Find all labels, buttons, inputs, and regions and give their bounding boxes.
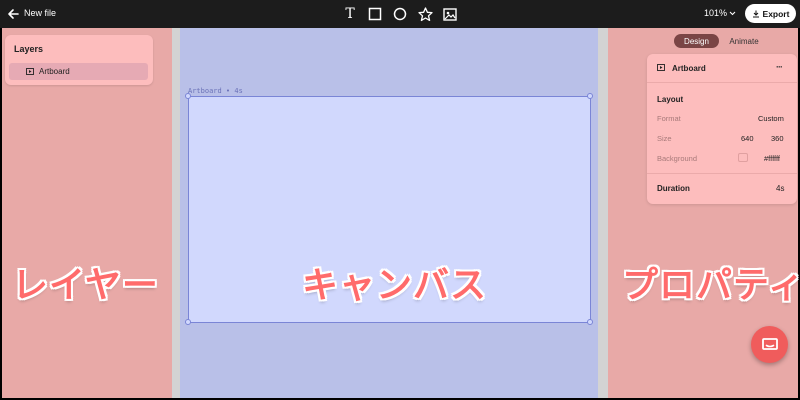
- download-icon: [752, 10, 759, 17]
- text-tool-glyph: T: [345, 6, 355, 22]
- layers-region-label: レイヤー: [12, 264, 159, 305]
- divider: [647, 82, 797, 83]
- export-label: Export: [762, 8, 790, 19]
- chat-icon: [761, 337, 778, 350]
- star-icon[interactable]: [417, 5, 433, 23]
- format-dropdown[interactable]: Custom: [758, 114, 784, 123]
- resize-handle-top-left[interactable]: [185, 93, 191, 99]
- circle-icon[interactable]: [392, 5, 408, 23]
- background-label: Background: [657, 154, 698, 163]
- layer-label: Artboard: [39, 67, 70, 76]
- image-icon[interactable]: [442, 5, 458, 23]
- duration-label: Duration: [657, 184, 690, 193]
- top-bar: New file T 101% Export: [0, 0, 800, 28]
- size-label: Size: [657, 134, 672, 143]
- file-name[interactable]: New file: [24, 8, 56, 18]
- zoom-level: 101%: [704, 8, 728, 18]
- width-field[interactable]: 640: [741, 134, 754, 143]
- divider: [598, 28, 608, 398]
- properties-title: Artboard: [672, 64, 706, 73]
- canvas-region-label: キャンバス: [302, 264, 488, 305]
- tab-design[interactable]: Design: [674, 34, 719, 48]
- tab-animate[interactable]: Animate: [724, 34, 764, 48]
- chevron-down-icon: [729, 11, 736, 15]
- chat-button[interactable]: [751, 326, 788, 363]
- resize-handle-top-right[interactable]: [587, 93, 593, 99]
- artboard-icon: [26, 68, 34, 75]
- duration-field[interactable]: 4s: [776, 184, 784, 193]
- layers-panel: Layers Artboard: [5, 35, 153, 85]
- height-field[interactable]: 360: [771, 134, 784, 143]
- properties-region-label: プロパティ: [622, 264, 800, 305]
- divider: [647, 173, 797, 174]
- resize-handle-bottom-left[interactable]: [185, 319, 191, 325]
- artboard-icon: [657, 64, 665, 71]
- arrow-left-icon[interactable]: [6, 6, 20, 22]
- layer-item-artboard[interactable]: Artboard: [9, 63, 148, 80]
- properties-panel: Artboard ··· Layout Format Custom Size 6…: [647, 54, 797, 204]
- layout-section-title: Layout: [657, 95, 684, 104]
- artboard-label: Artboard • 4s: [188, 87, 243, 95]
- divider: [172, 28, 180, 398]
- background-color-swatch[interactable]: [738, 153, 748, 162]
- export-button[interactable]: Export: [745, 4, 796, 23]
- background-color-field[interactable]: #ffffff: [764, 154, 780, 163]
- more-options-icon[interactable]: ···: [776, 62, 783, 72]
- resize-handle-bottom-right[interactable]: [587, 319, 593, 325]
- rectangle-icon[interactable]: [367, 5, 383, 23]
- text-icon[interactable]: T: [342, 5, 358, 23]
- zoom-dropdown[interactable]: 101%: [704, 8, 736, 18]
- format-label: Format: [657, 114, 681, 123]
- layers-title: Layers: [14, 44, 44, 54]
